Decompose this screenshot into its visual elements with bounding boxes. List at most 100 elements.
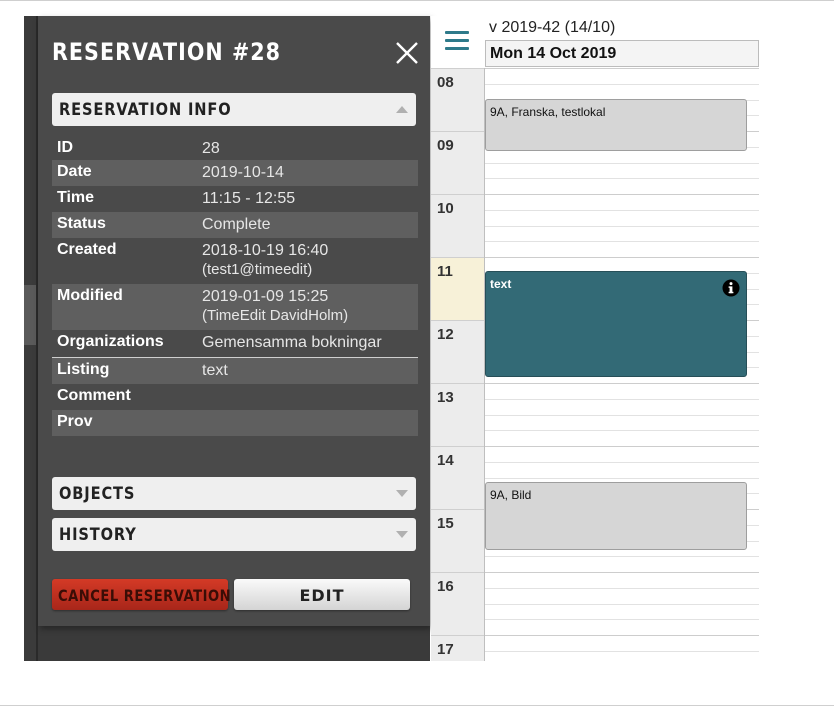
info-row-listing: Listing text [52,358,418,384]
grid-line [485,415,759,416]
event-label: 9A, Bild [490,488,532,502]
hour-slot: 15 [431,509,484,573]
hamburger-icon [445,31,469,34]
hour-label: 15 [437,515,454,532]
hour-slot: 08 [431,68,484,132]
event-block-selected[interactable]: text [485,271,747,377]
grid-line [485,430,759,431]
chevron-up-icon [396,106,408,113]
section-history[interactable]: HISTORY [52,518,416,551]
row-key: Created [57,241,117,258]
row-key: ID [57,139,73,156]
row-value: text [202,362,228,379]
info-table: ID 28 Date 2019-10-14 Time 11:15 - 12:55… [52,136,418,436]
grid-line [485,68,759,69]
hour-label: 10 [437,200,454,217]
day-label: Mon 14 Oct 2019 [490,45,617,62]
grid-line [485,226,759,227]
button-label: CANCEL RESERVATION [58,586,232,605]
time-column: 08 09 10 11 12 13 14 15 16 17 [431,68,485,661]
hour-slot: 09 [431,131,484,195]
info-row-id: ID 28 [52,136,418,160]
row-value: 2019-01-09 15:25 (TimeEdit DavidHolm) [202,287,348,325]
cancel-reservation-button[interactable]: CANCEL RESERVATION [52,579,232,610]
grid-line [485,556,759,557]
row-key: Organizations [57,333,164,350]
edit-button[interactable]: EDIT [234,579,410,610]
info-row-organizations: Organizations Gemensamma bokningar [52,330,418,358]
hamburger-icon [445,39,469,42]
grid-line [485,478,759,479]
info-row-status: Status Complete [52,212,418,238]
grid-line [485,383,759,384]
hour-label: 14 [437,452,454,469]
row-key: Comment [57,387,131,404]
top-divider [0,0,834,1]
info-row-modified: Modified 2019-01-09 15:25 (TimeEdit Davi… [52,284,418,330]
hour-slot: 17 [431,635,484,662]
day-header[interactable]: Mon 14 Oct 2019 [485,40,759,67]
grid-line [485,462,759,463]
grid-line [485,651,759,652]
grid-line [485,257,759,258]
row-key: Status [57,215,106,232]
created-by: (test1@timeedit) [202,261,313,278]
row-key: Listing [57,361,110,378]
hamburger-icon [445,47,469,50]
close-button[interactable] [394,40,420,66]
grid-line [485,588,759,589]
row-key: Time [57,189,95,206]
modified-by: (TimeEdit DavidHolm) [202,307,349,324]
hour-label: 09 [437,137,454,154]
info-row-prov: Prov [52,410,418,436]
info-row-date: Date 2019-10-14 [52,160,418,186]
hour-slot: 14 [431,446,484,510]
row-value: Complete [202,216,271,233]
grid-line [485,84,759,85]
row-value: 2019-10-14 [202,164,284,181]
button-label: EDIT [299,586,345,605]
day-grid[interactable]: 9A, Franska, testlokal text 9A, Bild [485,68,759,661]
info-row-created: Created 2018-10-19 16:40 (test1@timeedit… [52,238,418,284]
hour-slot: 10 [431,194,484,258]
modified-datetime: 2019-01-09 15:25 [202,288,329,305]
event-block[interactable]: 9A, Franska, testlokal [485,99,747,151]
week-label: v 2019-42 (14/10) [489,19,616,36]
row-key: Modified [57,287,123,304]
event-block[interactable]: 9A, Bild [485,482,747,550]
grid-line [485,635,759,636]
menu-button[interactable] [431,16,484,68]
hour-label: 17 [437,641,454,658]
info-row-comment: Comment [52,384,418,410]
grid-line [485,446,759,447]
grid-line [485,178,759,179]
info-icon[interactable] [722,279,740,297]
grid-line [485,399,759,400]
section-reservation-info[interactable]: RESERVATION INFO [52,93,416,126]
hour-label: 12 [437,326,454,343]
row-value: 11:15 - 12:55 [202,190,296,207]
hour-slot: 12 [431,320,484,384]
panel-title: RESERVATION #28 [52,38,282,66]
hour-label: 13 [437,389,454,406]
row-key: Prov [57,413,93,430]
hour-slot-current: 11 [431,257,484,321]
section-label: OBJECTS [59,484,136,504]
event-label: text [490,277,512,291]
side-strip-handle[interactable] [24,285,36,345]
event-label: 9A, Franska, testlokal [490,105,606,119]
grid-line [485,163,759,164]
info-row-time: Time 11:15 - 12:55 [52,186,418,212]
close-icon [396,42,418,64]
row-value: Gemensamma bokningar [202,334,382,351]
section-objects[interactable]: OBJECTS [52,477,416,510]
row-value: 28 [202,140,220,157]
created-datetime: 2018-10-19 16:40 [202,242,329,259]
chevron-down-icon [396,531,408,538]
hour-label: 16 [437,578,454,595]
grid-line [485,241,759,242]
grid-line [485,194,759,195]
chevron-down-icon [396,490,408,497]
section-label: RESERVATION INFO [59,100,232,120]
row-key: Date [57,163,92,180]
